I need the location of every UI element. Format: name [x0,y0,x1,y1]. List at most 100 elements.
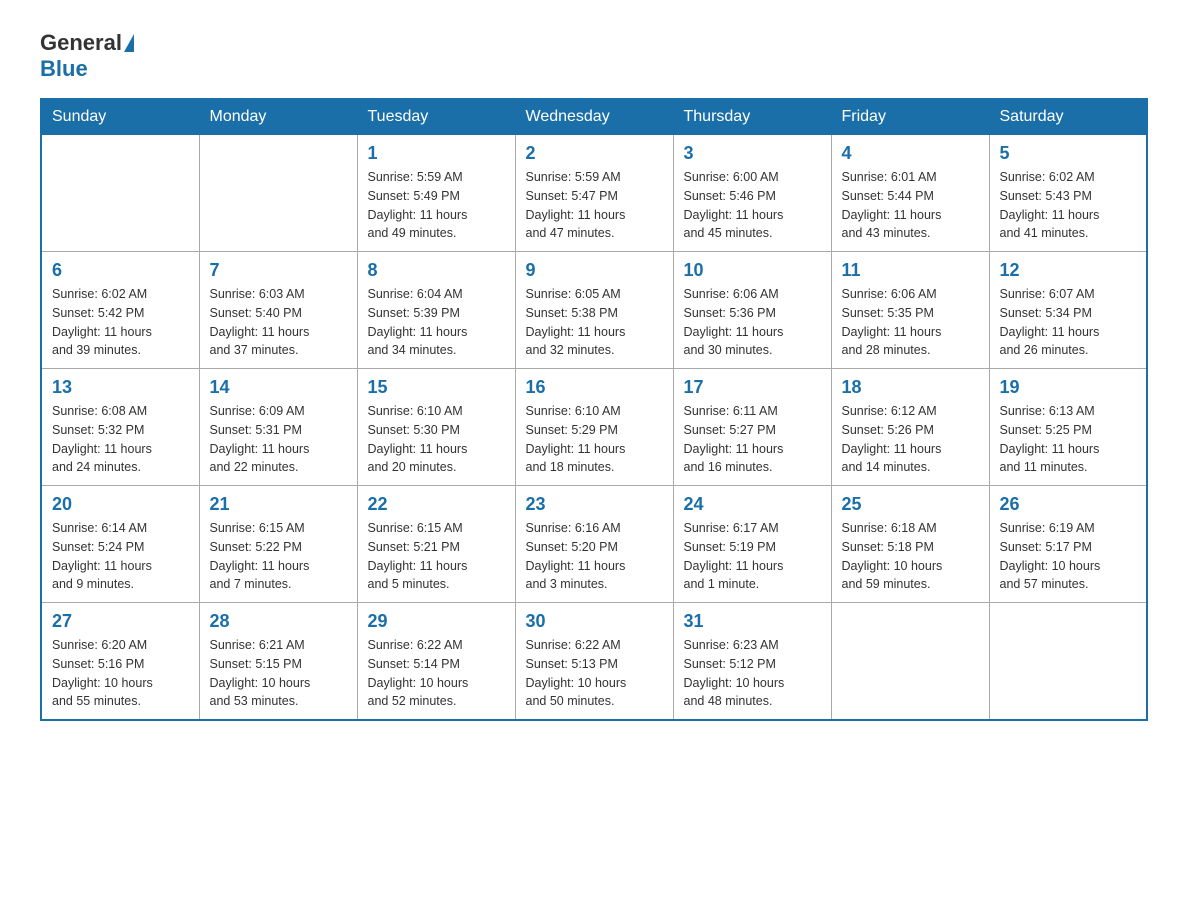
calendar-cell: 24 Sunrise: 6:17 AM Sunset: 5:19 PM Dayli… [673,486,831,603]
day-number: 5 [1000,143,1137,164]
day-number: 29 [368,611,505,632]
logo-triangle-icon [124,34,134,52]
day-info: Sunrise: 6:08 AM Sunset: 5:32 PM Dayligh… [52,402,189,477]
day-number: 25 [842,494,979,515]
day-info: Sunrise: 6:02 AM Sunset: 5:43 PM Dayligh… [1000,168,1137,243]
logo-general-text: General [40,30,122,56]
day-info: Sunrise: 5:59 AM Sunset: 5:47 PM Dayligh… [526,168,663,243]
day-number: 11 [842,260,979,281]
calendar-cell: 20Sunrise: 6:14 AM Sunset: 5:24 PM Dayli… [41,486,199,603]
day-info: Sunrise: 6:15 AM Sunset: 5:22 PM Dayligh… [210,519,347,594]
day-number: 18 [842,377,979,398]
calendar-header-monday: Monday [199,99,357,135]
calendar-week-row: 20Sunrise: 6:14 AM Sunset: 5:24 PM Dayli… [41,486,1147,603]
day-number: 21 [210,494,347,515]
day-info: Sunrise: 6:10 AM Sunset: 5:29 PM Dayligh… [526,402,663,477]
day-info: Sunrise: 6:22 AM Sunset: 5:14 PM Dayligh… [368,636,505,711]
calendar-cell: 31Sunrise: 6:23 AM Sunset: 5:12 PM Dayli… [673,603,831,721]
day-info: Sunrise: 6:06 AM Sunset: 5:35 PM Dayligh… [842,285,979,360]
calendar-cell: 28 Sunrise: 6:21 AM Sunset: 5:15 PM Dayli… [199,603,357,721]
day-number: 8 [368,260,505,281]
calendar-cell: 16 Sunrise: 6:10 AM Sunset: 5:29 PM Dayli… [515,369,673,486]
day-number: 19 [1000,377,1137,398]
day-info: Sunrise: 6:21 AM Sunset: 5:15 PM Dayligh… [210,636,347,711]
calendar-cell: 29 Sunrise: 6:22 AM Sunset: 5:14 PM Dayli… [357,603,515,721]
calendar-header-sunday: Sunday [41,99,199,135]
calendar-cell: 8Sunrise: 6:04 AM Sunset: 5:39 PM Daylig… [357,252,515,369]
calendar-cell: 23 Sunrise: 6:16 AM Sunset: 5:20 PM Dayli… [515,486,673,603]
day-info: Sunrise: 6:15 AM Sunset: 5:21 PM Dayligh… [368,519,505,594]
day-number: 13 [52,377,189,398]
calendar-cell [831,603,989,721]
day-number: 17 [684,377,821,398]
day-number: 7 [210,260,347,281]
calendar-cell: 13 Sunrise: 6:08 AM Sunset: 5:32 PM Dayli… [41,369,199,486]
day-number: 6 [52,260,189,281]
calendar-cell: 3 Sunrise: 6:00 AM Sunset: 5:46 PM Daylig… [673,135,831,252]
day-info: Sunrise: 6:13 AM Sunset: 5:25 PM Dayligh… [1000,402,1137,477]
day-number: 27 [52,611,189,632]
calendar-cell: 5 Sunrise: 6:02 AM Sunset: 5:43 PM Daylig… [989,135,1147,252]
day-info: Sunrise: 6:10 AM Sunset: 5:30 PM Dayligh… [368,402,505,477]
day-number: 1 [368,143,505,164]
calendar-cell: 14 Sunrise: 6:09 AM Sunset: 5:31 PM Dayli… [199,369,357,486]
calendar-cell: 10 Sunrise: 6:06 AM Sunset: 5:36 PM Dayli… [673,252,831,369]
day-info: Sunrise: 6:07 AM Sunset: 5:34 PM Dayligh… [1000,285,1137,360]
calendar-header-thursday: Thursday [673,99,831,135]
day-number: 10 [684,260,821,281]
logo-blue-text: Blue [40,56,88,81]
day-number: 23 [526,494,663,515]
day-info: Sunrise: 6:16 AM Sunset: 5:20 PM Dayligh… [526,519,663,594]
calendar-cell: 21 Sunrise: 6:15 AM Sunset: 5:22 PM Dayli… [199,486,357,603]
calendar-cell: 27 Sunrise: 6:20 AM Sunset: 5:16 PM Dayli… [41,603,199,721]
calendar-cell: 4Sunrise: 6:01 AM Sunset: 5:44 PM Daylig… [831,135,989,252]
day-number: 16 [526,377,663,398]
day-number: 14 [210,377,347,398]
calendar-cell: 30 Sunrise: 6:22 AM Sunset: 5:13 PM Dayli… [515,603,673,721]
day-info: Sunrise: 6:02 AM Sunset: 5:42 PM Dayligh… [52,285,189,360]
day-number: 2 [526,143,663,164]
calendar-cell: 9 Sunrise: 6:05 AM Sunset: 5:38 PM Daylig… [515,252,673,369]
calendar-cell: 18Sunrise: 6:12 AM Sunset: 5:26 PM Dayli… [831,369,989,486]
calendar-cell: 15 Sunrise: 6:10 AM Sunset: 5:30 PM Dayli… [357,369,515,486]
day-info: Sunrise: 6:18 AM Sunset: 5:18 PM Dayligh… [842,519,979,594]
day-number: 22 [368,494,505,515]
calendar-header-row: SundayMondayTuesdayWednesdayThursdayFrid… [41,99,1147,135]
calendar-cell: 26Sunrise: 6:19 AM Sunset: 5:17 PM Dayli… [989,486,1147,603]
day-info: Sunrise: 6:05 AM Sunset: 5:38 PM Dayligh… [526,285,663,360]
calendar-cell: 2 Sunrise: 5:59 AM Sunset: 5:47 PM Daylig… [515,135,673,252]
day-info: Sunrise: 6:00 AM Sunset: 5:46 PM Dayligh… [684,168,821,243]
day-number: 15 [368,377,505,398]
day-info: Sunrise: 6:11 AM Sunset: 5:27 PM Dayligh… [684,402,821,477]
calendar-cell [41,135,199,252]
day-info: Sunrise: 6:03 AM Sunset: 5:40 PM Dayligh… [210,285,347,360]
calendar-cell: 1Sunrise: 5:59 AM Sunset: 5:49 PM Daylig… [357,135,515,252]
day-info: Sunrise: 6:06 AM Sunset: 5:36 PM Dayligh… [684,285,821,360]
calendar-week-row: 1Sunrise: 5:59 AM Sunset: 5:49 PM Daylig… [41,135,1147,252]
day-info: Sunrise: 6:09 AM Sunset: 5:31 PM Dayligh… [210,402,347,477]
calendar-cell: 25 Sunrise: 6:18 AM Sunset: 5:18 PM Dayli… [831,486,989,603]
day-info: Sunrise: 6:20 AM Sunset: 5:16 PM Dayligh… [52,636,189,711]
day-info: Sunrise: 6:22 AM Sunset: 5:13 PM Dayligh… [526,636,663,711]
day-number: 9 [526,260,663,281]
calendar-cell: 11 Sunrise: 6:06 AM Sunset: 5:35 PM Dayli… [831,252,989,369]
calendar-cell: 7 Sunrise: 6:03 AM Sunset: 5:40 PM Daylig… [199,252,357,369]
day-number: 20 [52,494,189,515]
day-info: Sunrise: 6:01 AM Sunset: 5:44 PM Dayligh… [842,168,979,243]
page-header: General Blue [40,30,1148,82]
calendar-cell [989,603,1147,721]
day-number: 28 [210,611,347,632]
day-number: 3 [684,143,821,164]
calendar-week-row: 27 Sunrise: 6:20 AM Sunset: 5:16 PM Dayli… [41,603,1147,721]
calendar-cell: 12 Sunrise: 6:07 AM Sunset: 5:34 PM Dayli… [989,252,1147,369]
calendar-header-tuesday: Tuesday [357,99,515,135]
calendar-week-row: 6 Sunrise: 6:02 AM Sunset: 5:42 PM Daylig… [41,252,1147,369]
day-number: 30 [526,611,663,632]
calendar-header-wednesday: Wednesday [515,99,673,135]
day-number: 24 [684,494,821,515]
calendar-header-friday: Friday [831,99,989,135]
calendar-table: SundayMondayTuesdayWednesdayThursdayFrid… [40,98,1148,721]
day-number: 12 [1000,260,1137,281]
day-info: Sunrise: 6:17 AM Sunset: 5:19 PM Dayligh… [684,519,821,594]
calendar-week-row: 13 Sunrise: 6:08 AM Sunset: 5:32 PM Dayli… [41,369,1147,486]
